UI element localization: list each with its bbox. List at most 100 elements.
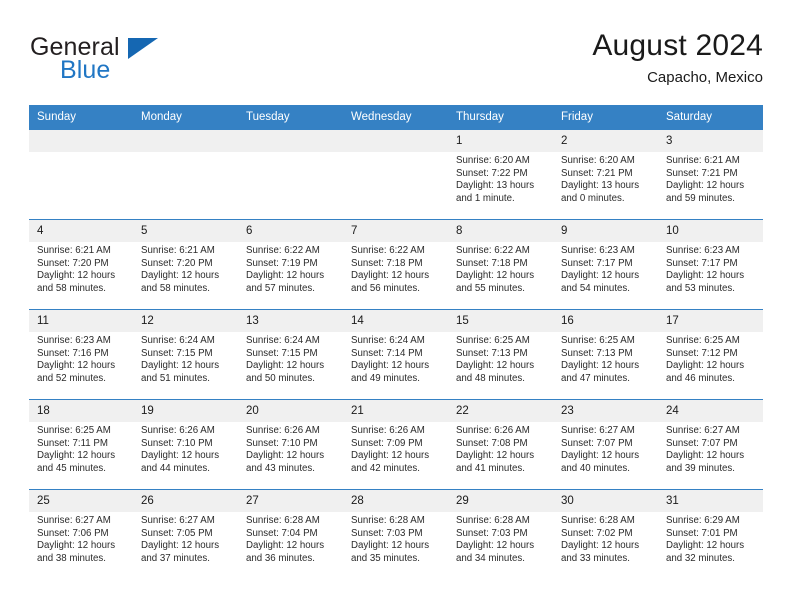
sunset-text: Sunset: 7:20 PM bbox=[37, 257, 109, 269]
calendar-table: Sunday Monday Tuesday Wednesday Thursday… bbox=[29, 105, 763, 579]
sunset-text: Sunset: 7:20 PM bbox=[141, 257, 213, 269]
sunrise-text: Sunrise: 6:28 AM bbox=[351, 515, 425, 526]
daylight-text: Daylight: 12 hours and 53 minutes. bbox=[666, 270, 745, 294]
day-number: 23 bbox=[553, 400, 658, 422]
day-number: 26 bbox=[133, 490, 238, 512]
calendar-day-cell[interactable]: 27 Sunrise: 6:28 AM Sunset: 7:04 PM Dayligh… bbox=[238, 489, 343, 579]
sunrise-text: Sunrise: 6:27 AM bbox=[561, 425, 635, 436]
calendar-day-cell[interactable]: 16 Sunrise: 6:25 AM Sunset: 7:13 PM Dayligh… bbox=[553, 309, 658, 400]
day-details: Sunrise: 6:22 AM Sunset: 7:19 PM Daylight:… bbox=[238, 242, 343, 295]
calendar-day-cell[interactable]: 21 Sunrise: 6:26 AM Sunset: 7:09 PM Dayligh… bbox=[343, 399, 448, 490]
calendar-day-cell[interactable]: 15 Sunrise: 6:25 AM Sunset: 7:13 PM Dayligh… bbox=[448, 309, 553, 400]
calendar-day-cell[interactable]: 26 Sunrise: 6:27 AM Sunset: 7:05 PM Dayligh… bbox=[133, 489, 238, 579]
sunset-text: Sunset: 7:03 PM bbox=[351, 527, 423, 539]
calendar-day-cell[interactable]: 12 Sunrise: 6:24 AM Sunset: 7:15 PM Dayligh… bbox=[133, 309, 238, 400]
day-number: 29 bbox=[448, 490, 553, 512]
calendar-day-cell[interactable]: 10 Sunrise: 6:23 AM Sunset: 7:17 PM Dayligh… bbox=[658, 219, 763, 310]
day-details: Sunrise: 6:22 AM Sunset: 7:18 PM Daylight:… bbox=[343, 242, 448, 295]
daylight-text: Daylight: 12 hours and 51 minutes. bbox=[141, 360, 220, 384]
calendar-day-cell[interactable]: 19 Sunrise: 6:26 AM Sunset: 7:10 PM Dayligh… bbox=[133, 399, 238, 490]
day-number: 30 bbox=[553, 490, 658, 512]
day-cell-inner: 24 Sunrise: 6:27 AM Sunset: 7:07 PM Dayligh… bbox=[658, 400, 763, 489]
day-details: Sunrise: 6:24 AM Sunset: 7:15 PM Daylight:… bbox=[133, 332, 238, 385]
calendar-day-cell[interactable]: 8 Sunrise: 6:22 AM Sunset: 7:18 PM Daylight… bbox=[448, 219, 553, 310]
calendar-grid: Sunday Monday Tuesday Wednesday Thursday… bbox=[29, 105, 763, 579]
day-cell-inner: 26 Sunrise: 6:27 AM Sunset: 7:05 PM Dayligh… bbox=[133, 490, 238, 579]
daylight-text: Daylight: 12 hours and 49 minutes. bbox=[351, 360, 430, 384]
calendar-day-cell[interactable]: 11 Sunrise: 6:23 AM Sunset: 7:16 PM Dayligh… bbox=[29, 309, 133, 400]
calendar-day-cell[interactable]: 6 Sunrise: 6:22 AM Sunset: 7:19 PM Daylight… bbox=[238, 219, 343, 310]
day-details: Sunrise: 6:22 AM Sunset: 7:18 PM Daylight:… bbox=[448, 242, 553, 295]
daylight-text: Daylight: 12 hours and 54 minutes. bbox=[561, 270, 640, 294]
daylight-text: Daylight: 12 hours and 45 minutes. bbox=[37, 450, 116, 474]
calendar-cell-empty bbox=[29, 130, 133, 220]
daylight-text: Daylight: 12 hours and 43 minutes. bbox=[246, 450, 325, 474]
day-details: Sunrise: 6:28 AM Sunset: 7:03 PM Daylight:… bbox=[448, 512, 553, 565]
calendar-day-cell[interactable]: 31 Sunrise: 6:29 AM Sunset: 7:01 PM Dayligh… bbox=[658, 489, 763, 579]
calendar-day-cell[interactable]: 14 Sunrise: 6:24 AM Sunset: 7:14 PM Dayligh… bbox=[343, 309, 448, 400]
day-cell-inner: 9 Sunrise: 6:23 AM Sunset: 7:17 PM Daylight… bbox=[553, 220, 658, 309]
daylight-text: Daylight: 12 hours and 59 minutes. bbox=[666, 180, 745, 204]
day-details: Sunrise: 6:29 AM Sunset: 7:01 PM Daylight:… bbox=[658, 512, 763, 565]
day-number: 12 bbox=[133, 310, 238, 332]
day-number: 27 bbox=[238, 490, 343, 512]
daylight-text: Daylight: 12 hours and 33 minutes. bbox=[561, 540, 640, 564]
daylight-text: Daylight: 12 hours and 40 minutes. bbox=[561, 450, 640, 474]
day-cell-inner: 5 Sunrise: 6:21 AM Sunset: 7:20 PM Daylight… bbox=[133, 220, 238, 309]
day-details: Sunrise: 6:23 AM Sunset: 7:17 PM Daylight:… bbox=[553, 242, 658, 295]
daylight-text: Daylight: 12 hours and 58 minutes. bbox=[141, 270, 220, 294]
calendar-day-cell[interactable]: 28 Sunrise: 6:28 AM Sunset: 7:03 PM Dayligh… bbox=[343, 489, 448, 579]
calendar-day-cell[interactable]: 20 Sunrise: 6:26 AM Sunset: 7:10 PM Dayligh… bbox=[238, 399, 343, 490]
day-number bbox=[29, 130, 133, 152]
sunrise-text: Sunrise: 6:25 AM bbox=[666, 335, 740, 346]
daylight-text: Daylight: 13 hours and 1 minute. bbox=[456, 180, 535, 204]
day-details: Sunrise: 6:26 AM Sunset: 7:10 PM Daylight:… bbox=[238, 422, 343, 475]
calendar-day-cell[interactable]: 30 Sunrise: 6:28 AM Sunset: 7:02 PM Dayligh… bbox=[553, 489, 658, 579]
daylight-text: Daylight: 12 hours and 50 minutes. bbox=[246, 360, 325, 384]
calendar-day-cell[interactable]: 22 Sunrise: 6:26 AM Sunset: 7:08 PM Dayligh… bbox=[448, 399, 553, 490]
calendar-day-cell[interactable]: 17 Sunrise: 6:25 AM Sunset: 7:12 PM Dayligh… bbox=[658, 309, 763, 400]
day-details: Sunrise: 6:23 AM Sunset: 7:16 PM Daylight:… bbox=[29, 332, 133, 385]
calendar-day-cell[interactable]: 4 Sunrise: 6:21 AM Sunset: 7:20 PM Daylight… bbox=[29, 219, 133, 310]
calendar-day-cell[interactable]: 5 Sunrise: 6:21 AM Sunset: 7:20 PM Daylight… bbox=[133, 219, 238, 310]
sunrise-text: Sunrise: 6:22 AM bbox=[456, 245, 530, 256]
sunset-text: Sunset: 7:16 PM bbox=[37, 347, 109, 359]
calendar-day-cell[interactable]: 2 Sunrise: 6:20 AM Sunset: 7:21 PM Daylight… bbox=[553, 130, 658, 220]
sunset-text: Sunset: 7:18 PM bbox=[456, 257, 528, 269]
calendar-week-row: 1 Sunrise: 6:20 AM Sunset: 7:22 PM Daylight… bbox=[29, 130, 763, 220]
sunrise-text: Sunrise: 6:25 AM bbox=[456, 335, 530, 346]
calendar-day-cell[interactable]: 24 Sunrise: 6:27 AM Sunset: 7:07 PM Dayligh… bbox=[658, 399, 763, 490]
daylight-text: Daylight: 12 hours and 58 minutes. bbox=[37, 270, 116, 294]
day-number: 10 bbox=[658, 220, 763, 242]
calendar-day-cell[interactable]: 7 Sunrise: 6:22 AM Sunset: 7:18 PM Daylight… bbox=[343, 219, 448, 310]
sunset-text: Sunset: 7:04 PM bbox=[246, 527, 318, 539]
calendar-day-cell[interactable]: 1 Sunrise: 6:20 AM Sunset: 7:22 PM Daylight… bbox=[448, 130, 553, 220]
sunrise-text: Sunrise: 6:28 AM bbox=[456, 515, 530, 526]
brand-logo[interactable]: General Blue bbox=[29, 30, 289, 92]
sunset-text: Sunset: 7:06 PM bbox=[37, 527, 109, 539]
day-cell-inner: 4 Sunrise: 6:21 AM Sunset: 7:20 PM Daylight… bbox=[29, 220, 133, 309]
weekday-header-wednesday: Wednesday bbox=[343, 105, 448, 130]
day-cell-inner: 20 Sunrise: 6:26 AM Sunset: 7:10 PM Dayligh… bbox=[238, 400, 343, 489]
daylight-text: Daylight: 12 hours and 48 minutes. bbox=[456, 360, 535, 384]
daylight-text: Daylight: 12 hours and 44 minutes. bbox=[141, 450, 220, 474]
calendar-day-cell[interactable]: 3 Sunrise: 6:21 AM Sunset: 7:21 PM Daylight… bbox=[658, 130, 763, 220]
daylight-text: Daylight: 12 hours and 56 minutes. bbox=[351, 270, 430, 294]
calendar-cell-empty bbox=[343, 130, 448, 220]
calendar-day-cell[interactable]: 9 Sunrise: 6:23 AM Sunset: 7:17 PM Daylight… bbox=[553, 219, 658, 310]
day-details: Sunrise: 6:26 AM Sunset: 7:09 PM Daylight:… bbox=[343, 422, 448, 475]
day-number: 19 bbox=[133, 400, 238, 422]
day-number: 1 bbox=[448, 130, 553, 152]
calendar-day-cell[interactable]: 23 Sunrise: 6:27 AM Sunset: 7:07 PM Dayligh… bbox=[553, 399, 658, 490]
calendar-day-cell[interactable]: 25 Sunrise: 6:27 AM Sunset: 7:06 PM Dayligh… bbox=[29, 489, 133, 579]
day-number: 8 bbox=[448, 220, 553, 242]
sunrise-text: Sunrise: 6:26 AM bbox=[141, 425, 215, 436]
calendar-day-cell[interactable]: 29 Sunrise: 6:28 AM Sunset: 7:03 PM Dayligh… bbox=[448, 489, 553, 579]
calendar-body: 1 Sunrise: 6:20 AM Sunset: 7:22 PM Daylight… bbox=[29, 130, 763, 579]
calendar-day-cell[interactable]: 18 Sunrise: 6:25 AM Sunset: 7:11 PM Dayligh… bbox=[29, 399, 133, 490]
sunrise-text: Sunrise: 6:27 AM bbox=[37, 515, 111, 526]
weekday-header-sunday: Sunday bbox=[29, 105, 133, 130]
day-details: Sunrise: 6:25 AM Sunset: 7:13 PM Daylight:… bbox=[553, 332, 658, 385]
calendar-day-cell[interactable]: 13 Sunrise: 6:24 AM Sunset: 7:15 PM Dayligh… bbox=[238, 309, 343, 400]
weekday-header-monday: Monday bbox=[133, 105, 238, 130]
